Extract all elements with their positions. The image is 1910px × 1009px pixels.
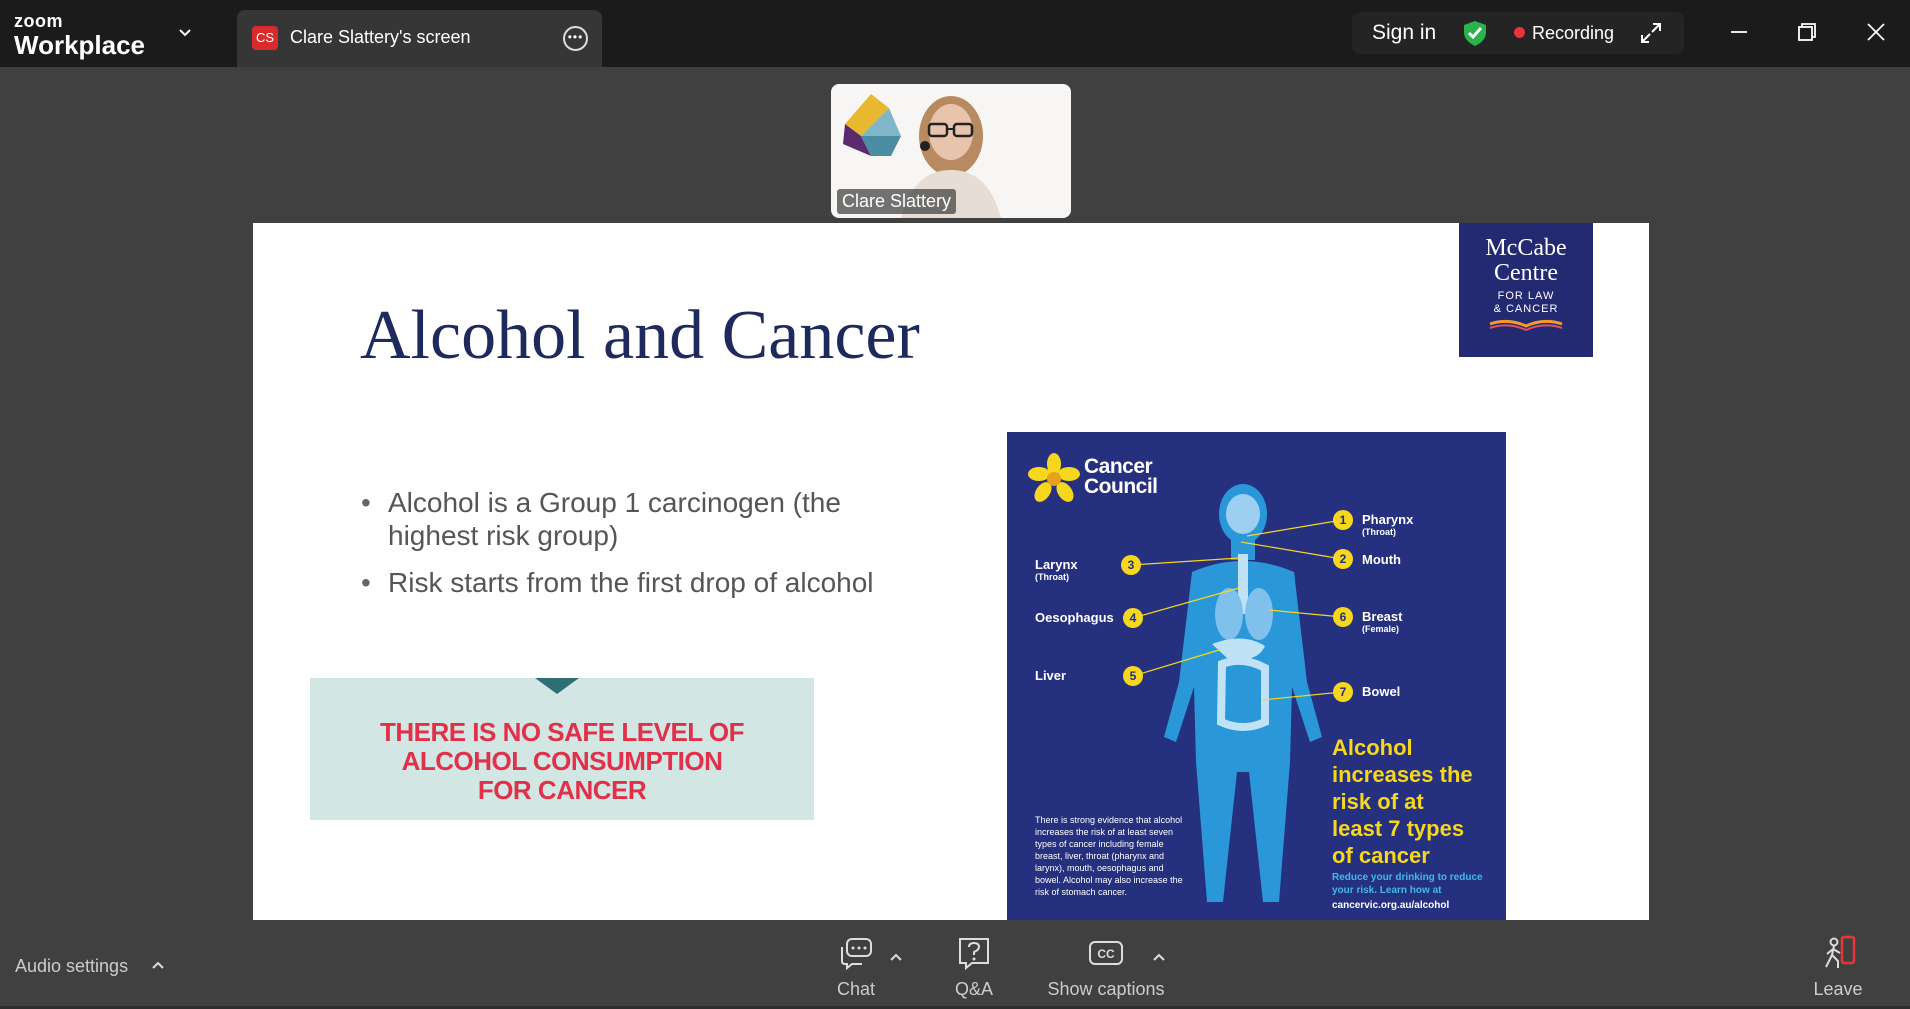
question-icon bbox=[959, 938, 989, 971]
no-safe-level-banner: THERE IS NO SAFE LEVEL OF ALCOHOL CONSUM… bbox=[310, 678, 814, 820]
organ-label-mouth: Mouth bbox=[1362, 552, 1401, 567]
zoom-logo: zoom Workplace bbox=[14, 12, 145, 58]
tab-shared-screen[interactable]: CS Clare Slattery's screen ••• bbox=[237, 10, 602, 67]
chevron-up-icon[interactable] bbox=[888, 949, 904, 965]
chat-button[interactable]: Chat bbox=[826, 935, 886, 1000]
logo-line2: Centre bbox=[1494, 260, 1558, 286]
bullet-item: Risk starts from the first drop of alcoh… bbox=[361, 566, 891, 599]
org-line1: Cancer bbox=[1084, 455, 1153, 478]
tab-badge: CS bbox=[252, 26, 278, 50]
leave-icon bbox=[1825, 935, 1856, 968]
participant-name: Clare Slattery bbox=[837, 189, 957, 214]
organ-label-larynx: Larynx (Throat) bbox=[1035, 557, 1078, 582]
chevron-shape-icon bbox=[535, 678, 579, 694]
organ-label-bowel: Bowel bbox=[1362, 684, 1401, 699]
banner-line1: THERE IS NO SAFE LEVEL OF bbox=[379, 717, 745, 747]
close-icon[interactable] bbox=[1862, 18, 1890, 46]
participant-video[interactable]: Clare Slattery bbox=[831, 84, 1071, 218]
daffodil-icon bbox=[1028, 453, 1080, 502]
organ-number: 2 bbox=[1340, 552, 1347, 566]
logo-line3: FOR LAW bbox=[1497, 290, 1555, 302]
svg-text:CC: CC bbox=[1097, 947, 1115, 961]
audio-settings-button[interactable]: Audio settings bbox=[15, 956, 128, 977]
slide-title: Alcohol and Cancer bbox=[360, 297, 920, 374]
brand-small: zoom bbox=[14, 11, 63, 31]
recording-status[interactable]: Recording bbox=[1532, 23, 1614, 44]
more-icon[interactable]: ••• bbox=[563, 26, 588, 51]
sign-in-button[interactable]: Sign in bbox=[1372, 21, 1436, 45]
organ-number: 7 bbox=[1340, 685, 1347, 699]
logo-line4: & CANCER bbox=[1493, 303, 1559, 315]
poster-evidence-text: There is strong evidence that alcohol in… bbox=[1035, 815, 1183, 897]
headline-line: Alcohol bbox=[1332, 735, 1413, 760]
poster-reduce-text: Reduce your drinking to reduce your risk… bbox=[1332, 872, 1483, 896]
recording-dot-icon bbox=[1514, 27, 1525, 38]
poster-url: cancervic.org.au/alcohol bbox=[1332, 900, 1450, 911]
headline-line: risk of at bbox=[1332, 789, 1424, 814]
chat-label: Chat bbox=[836, 979, 876, 999]
shared-slide: McCabe Centre FOR LAW & CANCER Alcohol a… bbox=[253, 223, 1649, 920]
show-captions-button[interactable]: CC Show captions bbox=[1046, 935, 1166, 1000]
organ-label-pharynx: Pharynx (Throat) bbox=[1362, 512, 1414, 537]
chevron-up-icon[interactable] bbox=[1151, 949, 1167, 965]
minimize-icon[interactable] bbox=[1725, 18, 1753, 46]
captions-label: Show captions bbox=[1047, 979, 1165, 999]
restore-icon[interactable] bbox=[1793, 18, 1821, 46]
logo-line1: McCabe bbox=[1485, 235, 1567, 261]
title-bar: zoom Workplace CS Clare Slattery's scree… bbox=[0, 0, 1910, 67]
organ-number: 6 bbox=[1340, 610, 1347, 624]
banner-line2: ALCOHOL CONSUMPTION bbox=[401, 746, 723, 776]
organ-label-breast: Breast (Female) bbox=[1362, 609, 1403, 634]
organ-label-oesophagus: Oesophagus bbox=[1035, 610, 1114, 625]
organ-number: 1 bbox=[1340, 513, 1347, 527]
poster-headline: Alcohol increases the risk of at least 7… bbox=[1332, 734, 1502, 869]
banner-line3: FOR CANCER bbox=[477, 775, 647, 805]
qa-button[interactable]: Q&A bbox=[944, 935, 1004, 1000]
book-swoosh-icon bbox=[1489, 319, 1563, 332]
headline-line: of cancer bbox=[1332, 843, 1430, 868]
cancer-council-name: Cancer Council bbox=[1084, 455, 1158, 498]
organ-number: 5 bbox=[1130, 669, 1137, 683]
tab-title: Clare Slattery's screen bbox=[290, 27, 471, 47]
organ-number: 3 bbox=[1128, 558, 1135, 572]
qa-label: Q&A bbox=[954, 979, 993, 999]
brand-name: Workplace bbox=[14, 30, 146, 60]
bullet-item: Alcohol is a Group 1 carcinogen (the hig… bbox=[361, 486, 891, 552]
shield-check-icon[interactable] bbox=[1461, 19, 1489, 47]
meeting-toolbar: Audio settings Chat Q&A CC Show captions bbox=[0, 920, 1910, 1009]
mccabe-centre-logo: McCabe Centre FOR LAW & CANCER bbox=[1459, 223, 1593, 357]
status-pill: Sign in Recording bbox=[1352, 12, 1684, 54]
chevron-up-icon[interactable] bbox=[150, 957, 166, 973]
headline-line: least 7 types bbox=[1332, 816, 1465, 841]
headline-line: increases the bbox=[1332, 762, 1473, 787]
organ-label-liver: Liver bbox=[1035, 668, 1067, 683]
cc-icon: CC bbox=[1089, 941, 1123, 965]
leave-button[interactable]: Leave bbox=[1808, 935, 1868, 1000]
bullet-list: Alcohol is a Group 1 carcinogen (the hig… bbox=[361, 486, 891, 613]
chevron-down-icon[interactable] bbox=[174, 22, 196, 44]
chat-icon bbox=[841, 938, 872, 971]
org-line2: Council bbox=[1084, 475, 1158, 498]
expand-icon[interactable] bbox=[1639, 21, 1663, 45]
organ-number: 4 bbox=[1130, 611, 1137, 625]
leave-label: Leave bbox=[1813, 979, 1863, 999]
cancer-council-poster: 1 2 3 4 5 6 7 Cancer Council Pharynx (Th… bbox=[1007, 432, 1506, 920]
